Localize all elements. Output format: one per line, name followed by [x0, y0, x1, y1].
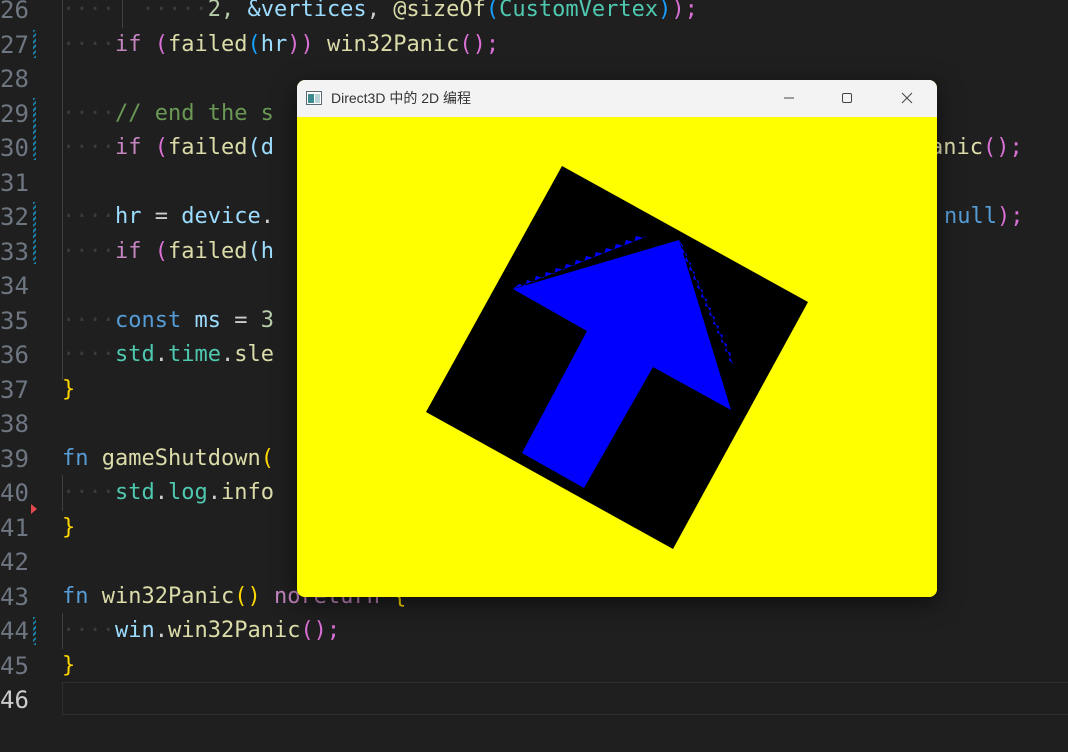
line-number[interactable]: 27: [0, 28, 29, 63]
window-title: Direct3D 中的 2D 编程: [331, 90, 472, 106]
code-line[interactable]: ····if (failed(h: [62, 235, 274, 270]
code-line[interactable]: ····std.time.sle: [62, 338, 274, 373]
code-line[interactable]: fn gameShutdown(: [62, 442, 274, 477]
minimize-button[interactable]: [760, 80, 818, 117]
app-window-icon: [306, 91, 322, 105]
code-line[interactable]: ····std.log.info: [62, 476, 274, 511]
minimize-icon: [784, 97, 794, 99]
maximize-icon: [842, 93, 852, 103]
window-titlebar[interactable]: Direct3D 中的 2D 编程: [297, 80, 937, 117]
line-number[interactable]: 45: [0, 649, 29, 684]
code-line[interactable]: ····win.win32Panic();: [62, 614, 340, 649]
line-number[interactable]: 37: [0, 373, 29, 408]
code-line-tail[interactable]: anic();: [930, 131, 1023, 166]
code-line[interactable]: ····// end the s: [62, 97, 274, 132]
render-canvas[interactable]: [297, 117, 937, 597]
code-line[interactable]: }: [62, 649, 75, 684]
line-number[interactable]: 30: [0, 131, 29, 166]
line-number[interactable]: 34: [0, 269, 29, 304]
git-change-marker[interactable]: [33, 617, 36, 645]
line-number[interactable]: 38: [0, 407, 29, 442]
code-line[interactable]: }: [62, 373, 75, 408]
line-number[interactable]: 36: [0, 338, 29, 373]
close-button[interactable]: [878, 80, 936, 117]
line-number[interactable]: 39: [0, 442, 29, 477]
line-number[interactable]: 26: [0, 0, 29, 28]
line-number[interactable]: 44: [0, 614, 29, 649]
deleted-line-marker[interactable]: [31, 504, 37, 514]
code-line[interactable]: ····hr = device.: [62, 200, 274, 235]
direct3d-window[interactable]: Direct3D 中的 2D 编程: [297, 80, 937, 597]
line-number[interactable]: 35: [0, 304, 29, 339]
git-change-marker[interactable]: [33, 98, 36, 160]
line-number[interactable]: 32: [0, 200, 29, 235]
line-number[interactable]: 33: [0, 235, 29, 270]
close-icon: [901, 92, 913, 104]
line-number[interactable]: 40: [0, 476, 29, 511]
code-line[interactable]: ····const ms = 3: [62, 304, 274, 339]
code-line[interactable]: ····if (failed(d: [62, 131, 274, 166]
current-line-highlight: [62, 682, 1068, 715]
line-number[interactable]: 29: [0, 97, 29, 132]
line-number[interactable]: 41: [0, 511, 29, 546]
code-line[interactable]: ····if (failed(hr)) win32Panic();: [62, 28, 499, 63]
line-number[interactable]: 28: [0, 62, 29, 97]
code-line[interactable]: ···· ·····2, &vertices, @sizeOf(CustomVe…: [62, 0, 698, 28]
code-line-tail[interactable]: null);: [944, 200, 1023, 235]
git-change-marker[interactable]: [33, 202, 36, 264]
line-number[interactable]: 31: [0, 166, 29, 201]
line-number[interactable]: 42: [0, 545, 29, 580]
line-number[interactable]: 43: [0, 580, 29, 615]
maximize-button[interactable]: [818, 80, 876, 117]
git-change-marker[interactable]: [33, 30, 36, 58]
line-number-current[interactable]: 46: [0, 683, 29, 718]
code-line[interactable]: }: [62, 511, 75, 546]
